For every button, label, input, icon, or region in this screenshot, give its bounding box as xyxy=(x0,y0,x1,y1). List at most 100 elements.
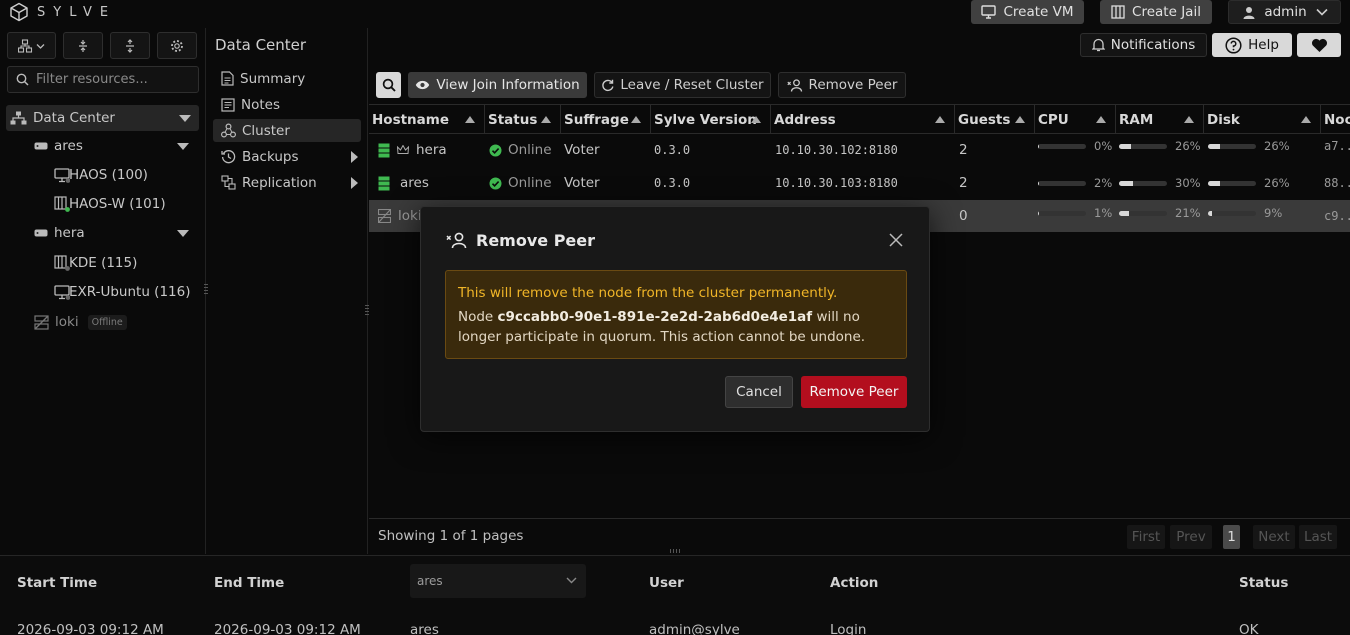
monitor-icon xyxy=(981,5,997,19)
first-page-button[interactable]: First xyxy=(1127,525,1165,549)
sort-ascending-icon xyxy=(751,116,761,123)
log-cell-node: ares xyxy=(410,622,439,635)
column-hostname[interactable]: Hostname xyxy=(369,105,485,134)
create-vm-button[interactable]: Create VM xyxy=(971,0,1084,24)
tree-settings-button[interactable] xyxy=(157,32,197,59)
tree-item-data-center[interactable]: Data Center xyxy=(6,105,199,131)
table-header: Hostname Status Suffrage Sylve Version A… xyxy=(369,104,1350,134)
last-page-button[interactable]: Last xyxy=(1299,525,1337,549)
question-circle-icon xyxy=(1225,36,1242,54)
log-header-action[interactable]: Action xyxy=(830,575,878,591)
log-header-status[interactable]: Status xyxy=(1239,575,1288,591)
create-jail-button[interactable]: Create Jail xyxy=(1100,0,1212,24)
node-filter-select[interactable]: ares xyxy=(410,564,586,598)
log-header-start-time[interactable]: Start Time xyxy=(17,575,97,591)
help-button[interactable]: Help xyxy=(1212,33,1292,57)
column-label: Status xyxy=(488,111,538,128)
collapse-all-button[interactable] xyxy=(63,32,103,59)
hostname-text: loki xyxy=(398,208,422,224)
audit-log-panel: Start Time End Time ares User Action Sta… xyxy=(0,555,1350,635)
caret-down-icon[interactable] xyxy=(179,115,191,122)
confirm-remove-peer-button[interactable]: Remove Peer xyxy=(801,376,907,408)
tree-item-jail-haos-w[interactable]: HAOS-W (101) xyxy=(54,191,199,217)
view-join-information-button[interactable]: View Join Information xyxy=(408,72,587,98)
page-1-button[interactable]: 1 xyxy=(1223,525,1240,549)
table-row[interactable]: ares Online Voter 0.3.0 10.10.30.103:818… xyxy=(369,167,1350,199)
log-header-user[interactable]: User xyxy=(649,575,684,591)
tree-item-label: Data Center xyxy=(33,110,115,126)
sort-ascending-icon xyxy=(465,116,475,123)
chevron-down-icon xyxy=(1316,8,1328,16)
history-icon xyxy=(221,149,236,164)
table-row[interactable]: hera Online Voter 0.3.0 10.10.30.102:818… xyxy=(369,134,1350,166)
disk-usage-bar xyxy=(1208,143,1256,149)
notifications-button[interactable]: Notifications xyxy=(1080,33,1207,57)
tree-view-button[interactable] xyxy=(7,32,56,59)
expand-all-button[interactable] xyxy=(110,32,150,59)
nav-cluster[interactable]: Cluster xyxy=(213,119,361,142)
resource-panel: Data Center ares HAOS (100) HAOS-W (101)… xyxy=(0,28,206,554)
tree-item-jail-kde[interactable]: KDE (115) xyxy=(54,250,199,276)
log-header-end-time[interactable]: End Time xyxy=(214,575,284,591)
bottom-panel-resize-handle[interactable] xyxy=(668,548,682,554)
caret-right-icon xyxy=(351,177,358,189)
server-offline-icon xyxy=(378,209,391,223)
nav-backups[interactable]: Backups xyxy=(213,145,361,168)
leave-reset-cluster-button[interactable]: Leave / Reset Cluster xyxy=(594,72,771,98)
prev-page-button[interactable]: Prev xyxy=(1170,525,1212,549)
cancel-button[interactable]: Cancel xyxy=(725,376,793,408)
nav-replication[interactable]: Replication xyxy=(213,171,361,194)
disk-percent: 26% xyxy=(1264,139,1290,153)
ram-usage-bar xyxy=(1119,143,1167,149)
next-page-button[interactable]: Next xyxy=(1253,525,1295,549)
remove-peer-button[interactable]: Remove Peer xyxy=(778,72,906,98)
donate-button[interactable] xyxy=(1297,33,1341,57)
column-label: Disk xyxy=(1207,111,1240,128)
column-suffrage[interactable]: Suffrage xyxy=(561,105,651,134)
tree-item-node-ares[interactable]: ares xyxy=(34,133,199,159)
cell-status: Online xyxy=(489,134,552,166)
cpu-usage-bar xyxy=(1038,210,1086,216)
help-label: Help xyxy=(1248,37,1279,53)
cell-ram: 26% xyxy=(1119,130,1201,162)
section-nav: Data Center Summary Notes Cluster Backup… xyxy=(207,28,368,554)
log-cell-start-time: 2026-09-03 09:12 AM xyxy=(17,622,164,635)
user-remove-icon xyxy=(786,78,803,92)
cell-disk: 9% xyxy=(1208,197,1282,229)
jail-icon xyxy=(54,255,70,271)
remove-peer-label: Remove Peer xyxy=(808,77,898,93)
tree-item-label: hera xyxy=(54,225,85,241)
leave-reset-label: Leave / Reset Cluster xyxy=(620,77,764,93)
caret-down-icon[interactable] xyxy=(177,230,189,237)
refresh-icon xyxy=(601,79,614,92)
jail-icon xyxy=(1111,5,1125,19)
heart-icon xyxy=(1311,38,1328,53)
cluster-icon xyxy=(221,123,236,138)
nav-notes[interactable]: Notes xyxy=(213,93,361,116)
caret-down-icon[interactable] xyxy=(177,143,189,150)
view-join-label: View Join Information xyxy=(436,77,580,93)
column-guests[interactable]: Guests xyxy=(955,105,1035,134)
nav-label: Replication xyxy=(242,174,317,191)
tree-item-node-loki[interactable]: loki Offline xyxy=(34,309,199,335)
column-address[interactable]: Address xyxy=(771,105,955,134)
tree-toolbar xyxy=(7,32,197,59)
status-text: Online xyxy=(508,142,552,158)
column-status[interactable]: Status xyxy=(485,105,561,134)
disk-percent: 9% xyxy=(1264,206,1283,220)
tree-item-vm-haos[interactable]: HAOS (100) xyxy=(54,162,199,188)
nav-label: Summary xyxy=(240,70,306,87)
tree-item-vm-exr-ubuntu[interactable]: EXR-Ubuntu (116) xyxy=(54,279,199,305)
hostname-text: ares xyxy=(400,175,429,191)
status-text: Online xyxy=(508,175,552,191)
close-icon[interactable] xyxy=(888,232,904,248)
nav-summary[interactable]: Summary xyxy=(213,67,361,90)
brand[interactable]: SYLVE xyxy=(9,2,116,22)
tree-item-node-hera[interactable]: hera xyxy=(34,220,199,246)
search-button[interactable] xyxy=(376,72,401,98)
server-offline-icon xyxy=(34,314,49,330)
column-sylve-version[interactable]: Sylve Version xyxy=(651,105,771,134)
filter-input[interactable] xyxy=(36,72,196,87)
user-menu[interactable]: admin xyxy=(1228,0,1341,24)
filter-field[interactable] xyxy=(7,66,199,93)
